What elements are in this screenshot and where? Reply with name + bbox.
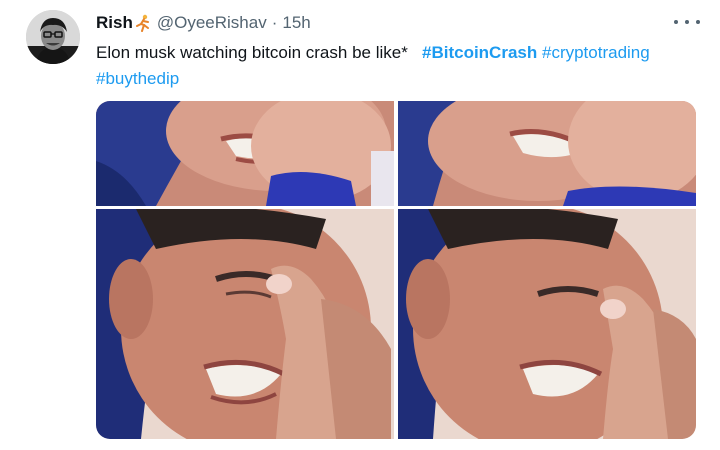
timestamp[interactable]: 15h xyxy=(282,13,310,33)
meme-image-top-left[interactable] xyxy=(96,101,394,206)
user-handle[interactable]: @OyeeRishav xyxy=(157,13,267,33)
person-running-emoji-icon xyxy=(135,14,151,32)
more-icon[interactable] xyxy=(674,14,700,30)
hashtag-cryptotrading[interactable]: #cryptotrading xyxy=(542,43,650,62)
meme-image-bottom-left[interactable] xyxy=(96,209,394,439)
hashtag-buythedip[interactable]: #buythedip xyxy=(96,69,179,88)
display-name[interactable]: Rish xyxy=(96,13,133,33)
tweet-header: Rish @OyeeRishav · 15h xyxy=(96,12,311,34)
media-grid[interactable] xyxy=(96,101,696,439)
meme-image-top-right[interactable] xyxy=(398,101,696,206)
hashtag-bitcoincrash[interactable]: #BitcoinCrash xyxy=(422,43,537,62)
tweet[interactable]: Rish @OyeeRishav · 15h Elon musk watchin… xyxy=(0,0,720,450)
tweet-body: Elon musk watching bitcoin crash be like… xyxy=(96,43,408,62)
avatar[interactable] xyxy=(26,10,80,64)
more-dot xyxy=(685,20,689,24)
tweet-text: Elon musk watching bitcoin crash be like… xyxy=(96,40,696,92)
more-dot xyxy=(674,20,678,24)
meme-image-bottom-right[interactable] xyxy=(398,209,696,439)
separator-dot: · xyxy=(271,13,278,32)
more-dot xyxy=(696,20,700,24)
